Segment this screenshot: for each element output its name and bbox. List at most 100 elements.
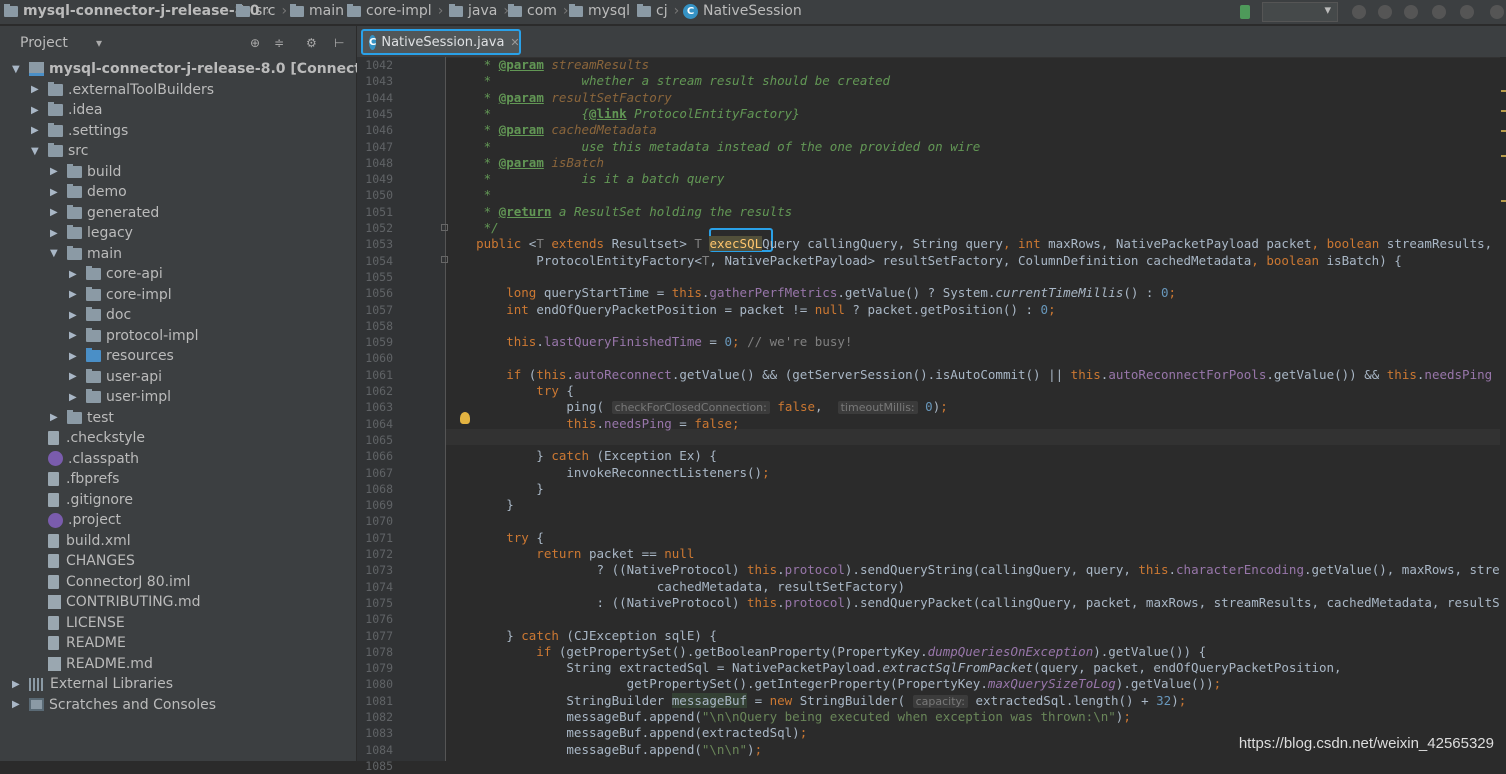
tree-item[interactable]: ▶ user-api [69,367,162,387]
tree-item[interactable]: .checkstyle [31,428,145,448]
collapsed-arrow-icon[interactable]: ▶ [31,125,41,136]
error-stripe-marker[interactable] [1501,130,1506,132]
code-line[interactable]: return packet == null [446,546,694,562]
code-line[interactable]: if (this.autoReconnect.getValue() && (ge… [446,367,1492,383]
code-line[interactable]: * use this metadata instead of the one p… [446,139,981,155]
tree-item[interactable]: CONTRIBUTING.md [31,592,201,612]
project-panel-title[interactable]: Project [20,35,68,51]
tree-item[interactable]: ▶ core-api [69,264,163,284]
tree-item[interactable]: .project [31,510,121,530]
run-config-dropdown[interactable] [1262,2,1338,22]
breadcrumb-item[interactable]: C NativeSession [683,3,802,19]
breadcrumb-item[interactable]: mysql› [569,3,642,19]
breadcrumb-item[interactable]: src › [236,3,287,19]
error-stripe-marker[interactable] [1501,110,1506,112]
code-line[interactable]: * @return a ResultSet holding the result… [446,204,793,220]
tree-item[interactable]: README [31,633,126,653]
code-line[interactable]: getPropertySet().getIntegerProperty(Prop… [446,676,1222,692]
stop-icon[interactable] [1460,5,1474,19]
collapsed-arrow-icon[interactable]: ▶ [12,699,22,710]
tree-item[interactable]: .classpath [31,449,139,469]
code-line[interactable]: StringBuilder messageBuf = new StringBui… [446,692,1186,710]
code-line[interactable]: int endOfQueryPacketPosition = packet !=… [446,302,1055,318]
code-line[interactable]: * @param isBatch [446,155,604,171]
collapsed-arrow-icon[interactable]: ▶ [31,84,41,95]
tree-item[interactable]: ▼ src [31,141,88,161]
breadcrumb-item[interactable]: mysql-connector-j-release-8.0 › [4,3,271,19]
code-line[interactable]: if (getPropertySet().getBooleanProperty(… [446,644,1206,660]
collapsed-arrow-icon[interactable]: ▶ [69,269,79,280]
profile-icon[interactable] [1432,5,1446,19]
expanded-arrow-icon[interactable]: ▼ [50,248,60,259]
fold-icon[interactable] [441,224,448,231]
tree-item[interactable]: ConnectorJ 80.iml [31,572,190,592]
code-line[interactable]: } [446,497,514,513]
tab-native-session[interactable]: C NativeSession.java ✕ [361,29,521,55]
code-line[interactable]: long queryStartTime = this.gatherPerfMet… [446,285,1176,301]
sdk-icon[interactable] [1490,5,1504,19]
tree-item[interactable]: .gitignore [31,490,133,510]
code-line[interactable]: String extractedSql = NativePacketPayloa… [446,660,1341,676]
code-line[interactable]: messageBuf.append("\n\n"); [446,742,762,758]
lightbulb-icon[interactable] [460,412,470,424]
code-line[interactable]: messageBuf.append(extractedSql); [446,725,807,741]
tree-item[interactable]: ▶ protocol-impl [69,326,198,346]
expanded-arrow-icon[interactable]: ▼ [12,64,22,75]
debug-icon[interactable] [1378,5,1392,19]
collapsed-arrow-icon[interactable]: ▶ [12,679,22,690]
tree-item[interactable]: ▶ External Libraries [12,674,173,694]
tree-item[interactable]: README.md [31,654,153,674]
tree-item[interactable]: ▶ doc [69,305,131,325]
collapsed-arrow-icon[interactable]: ▶ [50,228,60,239]
tree-item[interactable]: ▼ mysql-connector-j-release-8.0 [Connecto… [12,59,397,79]
collapsed-arrow-icon[interactable]: ▶ [50,207,60,218]
close-icon[interactable]: ✕ [510,36,519,49]
tree-item[interactable]: ▶ .externalToolBuilders [31,80,214,100]
target-icon[interactable]: ⊕ [250,37,262,49]
code-editor[interactable]: * @param streamResults * whether a strea… [446,57,1506,761]
expanded-arrow-icon[interactable]: ▼ [31,146,41,157]
collapsed-arrow-icon[interactable]: ▶ [50,412,60,423]
tree-item[interactable]: ▶ generated [50,203,159,223]
chevron-down-icon[interactable]: ▾ [96,37,108,49]
code-line[interactable]: * @param streamResults [446,57,650,73]
collapsed-arrow-icon[interactable]: ▶ [69,351,79,362]
tree-item[interactable]: .fbprefs [31,469,119,489]
code-line[interactable]: * is it a batch query [446,171,725,187]
tree-item[interactable]: ▶ demo [50,182,127,202]
code-line[interactable]: * [446,187,492,203]
code-line[interactable]: } catch (Exception Ex) { [446,448,717,464]
tree-item[interactable]: ▶ user-impl [69,387,171,407]
code-line[interactable]: this.needsPing = false; [446,416,739,432]
tree-item[interactable]: ▶ .idea [31,100,102,120]
tree-item[interactable]: ▶ Scratches and Consoles [12,695,216,715]
collapsed-arrow-icon[interactable]: ▶ [69,371,79,382]
gear-icon[interactable]: ⚙ [306,37,318,49]
code-line[interactable]: ping( checkForClosedConnection: false, t… [446,399,948,416]
code-line[interactable]: } catch (CJException sqlE) { [446,628,717,644]
build-icon[interactable] [1240,5,1250,19]
breadcrumb-item[interactable]: com › [508,3,569,19]
tree-item[interactable]: ▶ legacy [50,223,133,243]
hide-panel-icon[interactable]: ⊢ [334,37,346,49]
tree-item[interactable]: build.xml [31,531,131,551]
collapsed-arrow-icon[interactable]: ▶ [69,330,79,341]
breadcrumb-item[interactable]: cj › [637,3,679,19]
collapsed-arrow-icon[interactable]: ▶ [69,289,79,300]
run-icon[interactable] [1352,5,1366,19]
code-line[interactable]: try { [446,530,544,546]
code-line[interactable]: } [446,481,544,497]
tree-item[interactable]: CHANGES [31,551,135,571]
error-stripe-marker[interactable] [1501,155,1506,157]
collapsed-arrow-icon[interactable]: ▶ [69,310,79,321]
code-line[interactable]: this.lastQueryFinishedTime = 0; // we're… [446,334,852,350]
breadcrumb-item[interactable]: java › [449,3,509,19]
breadcrumb-item[interactable]: core-impl › [347,3,443,19]
collapsed-arrow-icon[interactable]: ▶ [31,105,41,116]
tree-item[interactable]: ▶ test [50,408,114,428]
tree-item[interactable]: ▶ resources [69,346,174,366]
code-line[interactable]: messageBuf.append("\n\nQuery being execu… [446,709,1130,725]
code-line[interactable]: : ((NativeProtocol) this.protocol).sendQ… [446,595,1500,611]
tree-item[interactable]: ▼ main [50,244,122,264]
scrollbar[interactable] [1500,57,1506,761]
